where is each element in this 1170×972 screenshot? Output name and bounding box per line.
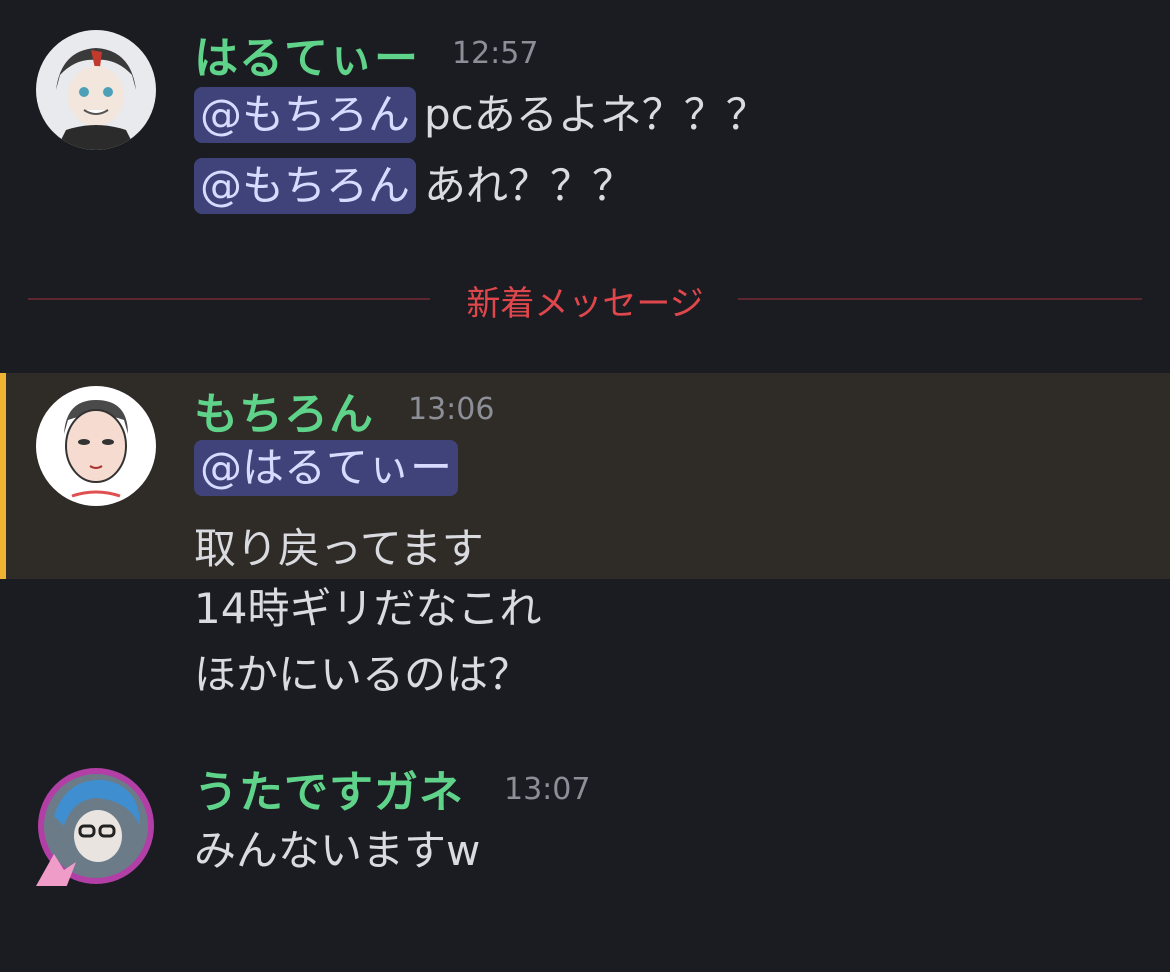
message-text: pcあるよネ？？？ xyxy=(424,90,768,139)
avatar-harutii-image xyxy=(36,30,156,150)
mention-chip[interactable]: @もちろん xyxy=(194,87,417,143)
message-line: 14時ギリだなこれ xyxy=(194,584,542,633)
message-line: @もちろん pcあるよネ？？？ xyxy=(194,86,768,144)
avatar-harutii[interactable] xyxy=(36,30,156,150)
mention-highlight xyxy=(0,373,1170,579)
timestamp: 13:06 xyxy=(408,392,495,427)
mention-chip[interactable]: @はるてぃー xyxy=(194,440,459,496)
message-line: ほかにいるのは？ xyxy=(194,650,531,699)
new-messages-label: 新着メッセージ xyxy=(466,284,704,324)
message-line: 取り戻ってます xyxy=(194,524,484,573)
message-text: あれ？？？ xyxy=(424,161,635,210)
avatar-mochiron-image xyxy=(36,386,156,506)
message-line: @もちろん あれ？？？ xyxy=(194,157,634,215)
avatar-mochiron[interactable] xyxy=(36,386,156,506)
message-line: みんないますw xyxy=(194,826,481,875)
username[interactable]: はるてぃー xyxy=(194,22,419,86)
username[interactable]: もちろん xyxy=(194,378,374,442)
timestamp: 13:07 xyxy=(504,772,591,807)
avatar-utadesugane-image xyxy=(36,768,154,886)
username[interactable]: うたですガネ xyxy=(194,756,464,820)
avatar-utadesugane[interactable] xyxy=(36,766,156,886)
mention-chip[interactable]: @もちろん xyxy=(194,158,417,214)
message-line: @はるてぃー xyxy=(194,439,466,497)
timestamp: 12:57 xyxy=(452,36,539,71)
